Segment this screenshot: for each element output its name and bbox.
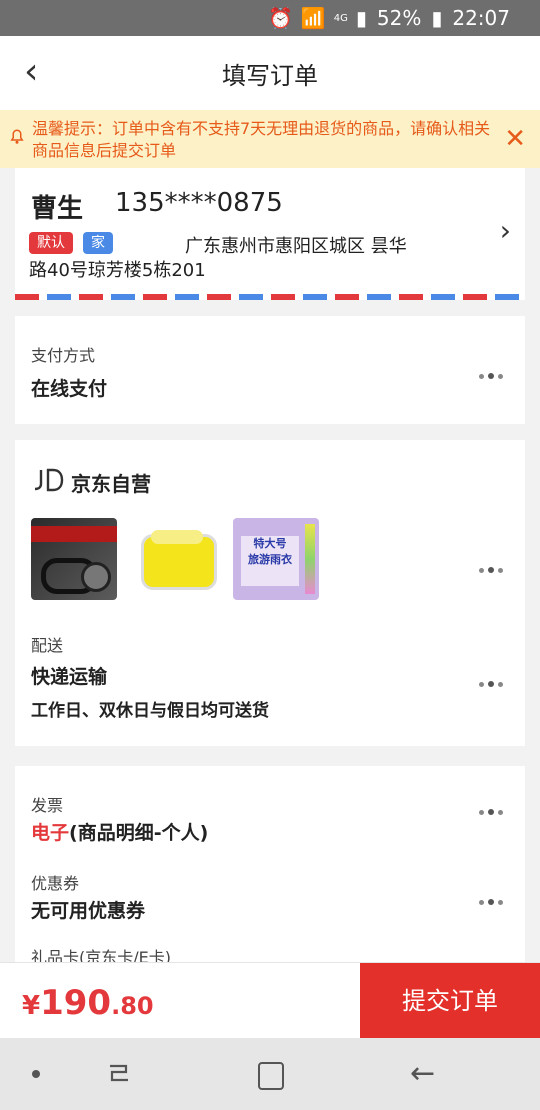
system-nav-bar: ← xyxy=(0,1038,540,1110)
back-arrow-icon[interactable]: ← xyxy=(410,1056,435,1091)
jd-logo-icon xyxy=(34,468,64,492)
recipient-phone: 135****0875 xyxy=(115,188,283,218)
payment-card[interactable]: 支付方式 在线支付 xyxy=(15,316,525,424)
chevron-right-icon: › xyxy=(499,214,511,247)
checkout-bar: ¥190.80 提交订单 xyxy=(0,962,540,1039)
home-tag: 家 xyxy=(83,232,113,254)
raincoat-label: 特大号 旅游雨衣 xyxy=(241,536,299,586)
invoice-value[interactable]: 电子(商品明细-个人) xyxy=(31,818,208,845)
delivery-label: 配送 xyxy=(31,636,64,655)
total-price: ¥190.80 xyxy=(22,983,154,1023)
price-integer: 190 xyxy=(40,983,112,1023)
payment-value: 在线支付 xyxy=(31,378,108,400)
airmail-stripe xyxy=(15,294,525,300)
recent-apps-icon[interactable] xyxy=(106,1060,132,1086)
more-icon[interactable] xyxy=(479,364,507,379)
coupon-value[interactable]: 无可用优惠券 xyxy=(31,896,145,923)
more-icon[interactable] xyxy=(479,890,507,905)
address-card[interactable]: 曹生 135****0875 默认 家 广东惠州市惠阳区城区 昙华 路40号琼芳… xyxy=(15,168,525,300)
payment-label: 支付方式 xyxy=(31,346,96,365)
invoice-label: 发票 xyxy=(31,796,64,815)
more-icon[interactable] xyxy=(479,800,507,815)
product-thumb-3[interactable]: 特大号 旅游雨衣 xyxy=(233,518,319,600)
nav-dot-icon[interactable] xyxy=(32,1070,40,1078)
wifi-icon: 📶 xyxy=(300,6,326,30)
network-label: 4G xyxy=(333,12,348,24)
recipient-name: 曹生 xyxy=(31,194,84,224)
close-icon[interactable]: ✕ xyxy=(504,124,526,154)
default-tag: 默认 xyxy=(29,232,73,254)
status-icons: ⏰ 📶 4G ▮ xyxy=(268,6,367,30)
alarm-icon: ⏰ xyxy=(267,6,293,30)
shop-card: 京东自营 特大号 旅游雨衣 配送 快递运输 工作日、双休日与假日均可送货 xyxy=(15,440,525,746)
page-title: 填写订单 xyxy=(222,62,318,90)
status-bar: ⏰ 📶 4G ▮ 52% ▮ 22:07 xyxy=(0,0,540,36)
submit-order-button[interactable]: 提交订单 xyxy=(360,963,540,1039)
status-right: ⏰ 📶 4G ▮ 52% ▮ 22:07 xyxy=(268,6,510,30)
freshener-lid xyxy=(151,530,203,544)
shop-name: 京东自营 xyxy=(71,472,151,496)
product-thumb-1[interactable] xyxy=(31,518,117,600)
signal-icon: ▮ xyxy=(355,6,367,30)
coupon-label: 优惠券 xyxy=(31,874,80,893)
auto-part-box xyxy=(31,526,117,542)
invoice-card: 发票 电子(商品明细-个人) 优惠券 无可用优惠券 礼品卡(京东卡/E卡) xyxy=(15,766,525,966)
bell-icon xyxy=(10,129,24,144)
battery-icon: ▮ xyxy=(431,6,443,30)
product-thumb-2[interactable] xyxy=(135,518,221,600)
raincoat-color-strip xyxy=(305,524,315,594)
delivery-value: 快递运输 xyxy=(31,666,108,688)
battery-level: 52% xyxy=(376,6,422,30)
delivery-note: 工作日、双休日与假日均可送货 xyxy=(31,701,269,721)
notice-text: 温馨提示：订单中含有不支持7天无理由退货的商品，请确认相关商品信息后提交订单 xyxy=(32,119,491,160)
home-icon[interactable] xyxy=(258,1062,284,1090)
notice-banner: 温馨提示：订单中含有不支持7天无理由退货的商品，请确认相关商品信息后提交订单 ✕ xyxy=(0,110,540,168)
invoice-type: 电子 xyxy=(31,822,70,844)
currency-symbol: ¥ xyxy=(22,991,41,1021)
more-icon[interactable] xyxy=(479,672,507,687)
address-line-2: 路40号琼芳楼5栋201 xyxy=(29,260,206,281)
app-header: ‹ 填写订单 xyxy=(0,36,540,110)
invoice-detail: (商品明细-个人) xyxy=(69,822,209,844)
more-icon[interactable] xyxy=(479,558,507,573)
pulley-shape xyxy=(81,562,111,592)
address-line-1: 广东惠州市惠阳区城区 昙华 xyxy=(185,236,407,257)
price-decimal: .80 xyxy=(111,992,154,1020)
clock: 22:07 xyxy=(452,6,510,30)
